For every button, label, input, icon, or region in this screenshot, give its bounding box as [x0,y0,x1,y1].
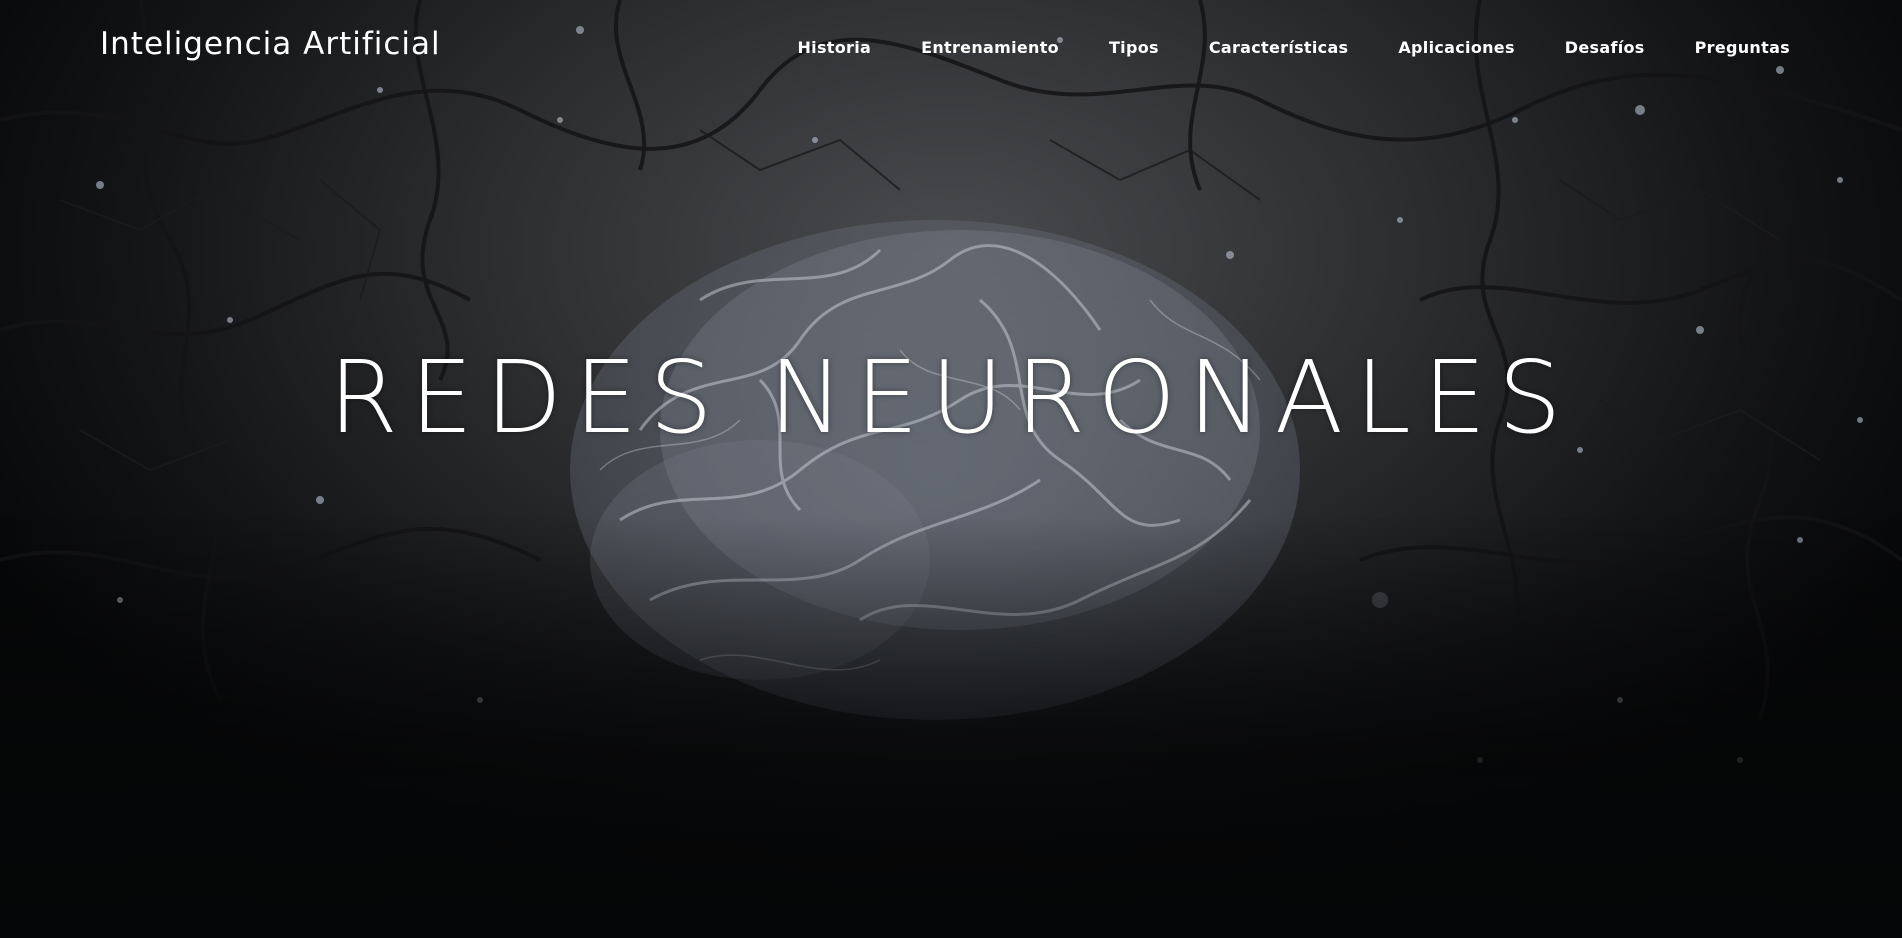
nav-item-tipos: Tipos [1109,38,1159,58]
nav-link-entrenamiento[interactable]: Entrenamiento [921,38,1059,57]
nav-link-tipos[interactable]: Tipos [1109,38,1159,57]
brand-logo-link[interactable]: Inteligencia Artificial [100,26,441,62]
nav-item-entrenamiento: Entrenamiento [921,38,1059,58]
nav-item-aplicaciones: Aplicaciones [1398,38,1514,58]
nav-item-caracteristicas: Características [1209,38,1349,58]
nav-link-historia[interactable]: Historia [797,38,871,57]
brain-illustration [570,220,1300,720]
nav-link-preguntas[interactable]: Preguntas [1695,38,1790,57]
nav-link-caracteristicas[interactable]: Características [1209,38,1349,57]
nav-link-desafios[interactable]: Desafíos [1565,38,1645,57]
nav-links: Historia Entrenamiento Tipos Característ… [797,38,1790,58]
nav-link-aplicaciones[interactable]: Aplicaciones [1398,38,1514,57]
nav-item-historia: Historia [797,38,871,58]
nav-item-preguntas: Preguntas [1695,38,1790,58]
hero-title: REDES NEURONALES [328,339,1574,456]
neural-brain-cracked-background [0,0,1902,763]
navbar: Inteligencia Artificial Historia Entrena… [0,0,1902,96]
hero-section: Inteligencia Artificial Historia Entrena… [0,0,1902,938]
nav-item-desafios: Desafíos [1565,38,1645,58]
